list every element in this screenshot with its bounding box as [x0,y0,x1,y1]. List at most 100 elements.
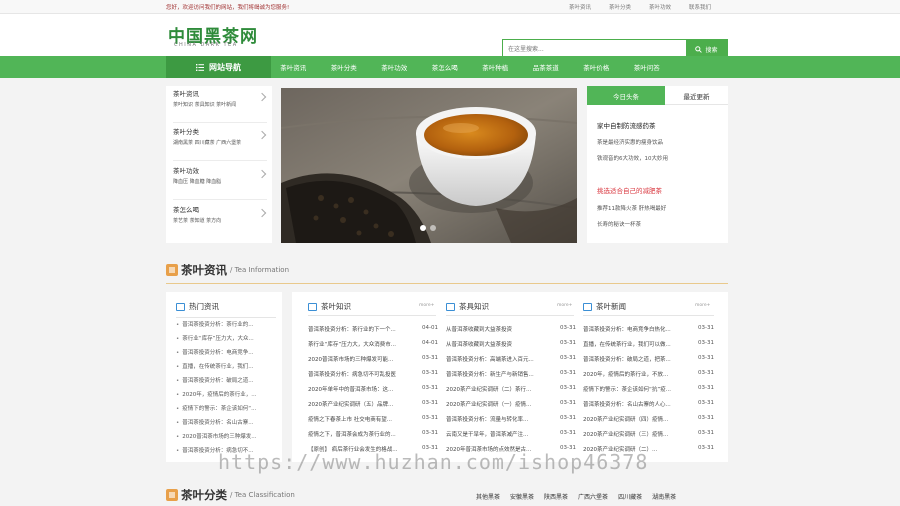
nav-item-howto[interactable]: 茶怎么喝 [420,62,471,72]
class-link[interactable]: 广西六堡茶 [578,492,608,501]
category-item[interactable]: 茶叶功效 降血压 降血糖 降血脂 [173,163,267,200]
site-logo-subtitle: CHINA DARK TEA [174,42,238,48]
section-title-cn: 茶叶分类 [181,488,227,502]
table-row[interactable]: 云南又是干旱年，普洱茶减产注... 03-31 [446,430,576,438]
table-row[interactable]: 普洱茶投资分析：高端茶进入百元... 03-31 [446,355,576,363]
category-sub: 茶叶知识 茶具知识 茶叶新闻 [173,102,237,108]
tab-today-headlines[interactable]: 今日头条 [587,86,665,105]
table-row[interactable]: 普洱茶投资分析：病急切不可乱投医 03-31 [308,370,438,378]
news-columns: 茶叶知识 more+ 普洱茶投资分析：茶行业的下一个... 04-01 茶行业“库… [292,292,728,462]
row-date: 03-31 [560,415,576,421]
list-item[interactable]: 疫情下的警示：茶企该如何“... [176,404,276,412]
table-row[interactable]: 普洱茶投资分析：名山古寨的人心... 03-31 [583,400,714,408]
tab-recent-updates[interactable]: 最近更新 [665,86,728,105]
list-item[interactable]: 2020年，疫情后的茶行业，... [176,390,276,398]
banner-dot[interactable] [430,225,436,231]
category-item[interactable]: 茶怎么喝 茶艺茶 茶知道 茶方向 [173,202,267,239]
headline-top[interactable]: 家中自制防流感药茶 [597,120,656,130]
table-row[interactable]: 普洱茶投资分析：新生产与新销售... 03-31 [446,370,576,378]
headline-top[interactable]: 挑选适合自己的减肥茶 [597,185,662,195]
category-title: 茶叶资讯 [173,90,199,98]
row-date: 03-31 [698,340,714,346]
category-item[interactable]: 茶叶资讯 茶叶知识 茶具知识 茶叶新闻 [173,86,267,123]
table-row[interactable]: 2020普洱茶市场的三种爆发可能... 03-31 [308,355,438,363]
table-row[interactable]: 疫情之下春茶上市 社交电商有望... 03-31 [308,415,438,423]
table-row[interactable]: 2020茶产业纪实调研（五）品牌... 03-31 [308,400,438,408]
headline-item[interactable]: 长寿的秘诀一杯茶 [597,220,641,228]
table-row[interactable]: 疫情之下，普洱茶会成为茶行业的... 03-31 [308,430,438,438]
table-row[interactable]: 2020茶产业纪实调研（三）疫情... 03-31 [583,430,714,438]
table-row[interactable]: 2020茶产业纪实调研（一）疫情... 03-31 [446,400,576,408]
headline-item[interactable]: 茶是最经济实惠的瘦身饮品 [597,138,663,146]
row-date: 04-01 [422,325,438,331]
table-row[interactable]: 疫情下的警示：茶企该如何“抗”疫... 03-31 [583,385,714,393]
header: 中国黑茶网 CHINA DARK TEA 搜索 [0,14,900,60]
class-link[interactable]: 安徽黑茶 [510,492,534,501]
class-link[interactable]: 四川藏茶 [618,492,642,501]
table-row[interactable]: 茶行业“库存”压力大，大众消费市... 04-01 [308,340,438,348]
table-row[interactable]: 2020年单年中的普洱茶市场：这... 03-31 [308,385,438,393]
table-row[interactable]: 2020茶产业纪实调研（四）疫情... 03-31 [583,415,714,423]
column-title: 茶具知识 [459,302,489,311]
top-link-category[interactable]: 茶叶分类 [600,3,640,11]
table-row[interactable]: 普洱茶投资分析：流量与转化率... 03-31 [446,415,576,423]
menu-icon [196,63,204,71]
more-link[interactable]: more+ [419,303,434,308]
category-item[interactable]: 茶叶分类 湖南黑茶 四川藏茶 广西六堡茶 [173,124,267,161]
list-item[interactable]: 茶行业“库存”压力大，大众... [176,334,276,342]
row-date: 03-31 [698,400,714,406]
more-link[interactable]: more+ [557,303,572,308]
table-row[interactable]: 从普洱茶收藏到大益茶投资 03-31 [446,340,576,348]
class-link[interactable]: 湖南黑茶 [652,492,676,501]
nav-item-news[interactable]: 茶叶资讯 [268,62,319,72]
list-item[interactable]: 普洱茶投资分析：茶行业的... [176,320,276,328]
nav-item-planting[interactable]: 茶叶种植 [470,62,521,72]
class-link[interactable]: 其他黑茶 [476,492,500,501]
table-row[interactable]: 2020茶产业纪实调研（二）茶行... 03-31 [446,385,576,393]
row-date: 03-31 [422,370,438,376]
headline-item[interactable]: 铁观音的6大功效，10大妙用 [597,154,668,162]
nav-item-qa[interactable]: 茶叶问答 [622,62,673,72]
row-title: 2020茶产业纪实调研（四）疫情... [583,417,669,423]
more-link[interactable]: more+ [695,303,710,308]
nav-item-category[interactable]: 茶叶分类 [319,62,370,72]
table-row[interactable]: 直播，在传统茶行业，我们可以做... 03-31 [583,340,714,348]
table-row[interactable]: 2020年，疫情后的茶行业，不放... 03-31 [583,370,714,378]
table-row[interactable]: 普洱茶投资分析：破局之道，把茶... 03-31 [583,355,714,363]
class-link[interactable]: 陕西黑茶 [544,492,568,501]
nav-item-effect[interactable]: 茶叶功效 [369,62,420,72]
list-item[interactable]: 普洱茶投资分析：名山古寨... [176,418,276,426]
top-link-contact[interactable]: 联系我们 [680,3,720,11]
table-row[interactable]: 普洱茶投资分析：茶行业的下一个... 04-01 [308,325,438,333]
column-header-tea-news: 茶叶新闻 [583,301,626,312]
column-title: 茶叶知识 [321,302,351,311]
top-link-news[interactable]: 茶叶资讯 [560,3,600,11]
list-item[interactable]: 2020普洱茶市场的三种爆发... [176,432,276,440]
nav-item-tea-ceremony[interactable]: 品茶茶道 [521,62,572,72]
list-item[interactable]: 普洱茶投资分析：破局之道... [176,376,276,384]
table-row[interactable]: 从普洱茶收藏到大益茶投资 03-31 [446,325,576,333]
row-title: 2020茶产业纪实调研（二）茶行... [446,387,532,393]
list-item[interactable]: 直播，在传统茶行业，我们... [176,362,276,370]
row-date: 03-31 [422,385,438,391]
headline-item[interactable]: 推荐11款降火茶 肝热喝最好 [597,204,666,212]
top-link-effect[interactable]: 茶叶功效 [640,3,680,11]
tea-section-icon [166,489,178,501]
chevron-right-icon [257,208,267,218]
row-title: 2020茶产业纪实调研（五）品牌... [308,402,394,408]
banner-dot[interactable] [420,225,426,231]
row-date: 03-31 [560,325,576,331]
list-item[interactable]: 普洱茶投资分析：电商竞争... [176,348,276,356]
hot-news-divider [176,317,276,318]
row-date: 03-31 [698,445,714,451]
row-title: 从普洱茶收藏到大益茶投资 [446,342,513,348]
banner-slider[interactable] [281,88,577,243]
nav-item-price[interactable]: 茶叶价格 [571,62,622,72]
row-date: 03-31 [560,385,576,391]
hot-news-header: 热门资讯 [176,301,219,312]
section-title-classification: 茶叶分类 / Tea Classification [166,487,295,503]
hot-news-title: 热门资讯 [189,302,219,311]
row-title: 普洱茶投资分析：流量与转化率... [446,417,529,423]
table-row[interactable]: 普洱茶投资分析：电商竞争白热化... 03-31 [583,325,714,333]
row-date: 03-31 [422,355,438,361]
